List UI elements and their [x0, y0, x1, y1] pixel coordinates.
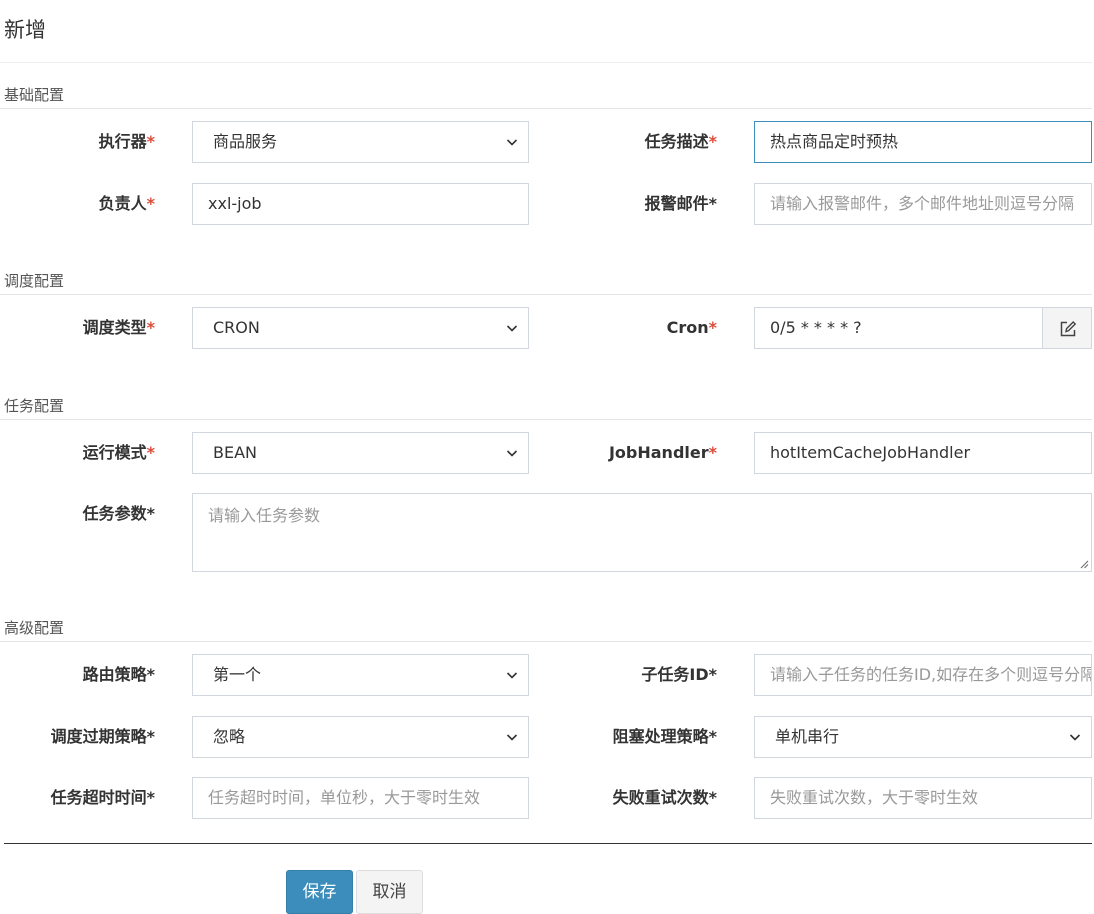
timeout-label: 任务超时时间*: [50, 788, 155, 807]
author-label-text: 负责人: [98, 194, 147, 213]
route-strategy-label: 路由策略*: [82, 665, 155, 684]
timeout-input[interactable]: 任务超时时间，单位秒，大于零时生效: [192, 777, 529, 819]
executor-label-text: 执行器: [98, 132, 147, 151]
required-mark: *: [708, 318, 717, 337]
job-desc-input[interactable]: 热点商品定时预热: [754, 121, 1092, 163]
block-strategy-label: 阻塞处理策略*: [612, 727, 717, 746]
job-handler-input[interactable]: hotItemCacheJobHandler: [754, 432, 1092, 474]
required-mark: *: [146, 194, 155, 213]
section-basic-heading: 基础配置: [4, 86, 65, 104]
cron-value: 0/5 * * * * ?: [770, 318, 862, 337]
executor-select[interactable]: 商品服务: [192, 121, 529, 163]
required-mark: *: [146, 318, 155, 337]
chevron-down-icon: [506, 450, 518, 457]
misfire-strategy-value: 忽略: [213, 727, 246, 746]
child-job-id-label: 子任务ID*: [641, 665, 717, 684]
schedule-type-select[interactable]: CRON: [192, 307, 529, 349]
schedule-type-label: 调度类型*: [0, 307, 155, 349]
chevron-down-icon: [506, 672, 518, 679]
author-input[interactable]: xxl-job: [192, 183, 529, 225]
resize-grip-icon[interactable]: [1079, 559, 1089, 569]
chevron-down-icon: [506, 139, 518, 146]
job-param-label: 任务参数*: [82, 504, 155, 523]
job-desc-label-text: 任务描述: [644, 132, 709, 151]
executor-select-value: 商品服务: [213, 132, 278, 151]
schedule-type-label-text: 调度类型: [82, 318, 147, 337]
child-job-id-input[interactable]: 请输入子任务的任务ID,如存在多个则逗号分隔: [754, 654, 1092, 696]
title-divider: [0, 62, 1092, 63]
author-label: 负责人*: [0, 183, 155, 225]
required-mark: *: [708, 132, 717, 151]
cron-label-text: Cron: [666, 318, 709, 337]
section-advanced-heading: 高级配置: [4, 619, 65, 637]
fail-retry-label: 失败重试次数*: [612, 788, 717, 807]
fail-retry-placeholder: 失败重试次数，大于零时生效: [770, 788, 979, 807]
glue-type-label-text: 运行模式: [82, 443, 147, 462]
section-basic-divider: [0, 108, 1092, 109]
schedule-type-value: CRON: [213, 318, 260, 337]
chevron-down-icon: [1069, 734, 1081, 741]
route-strategy-value: 第一个: [213, 665, 262, 684]
executor-label: 执行器*: [0, 121, 155, 163]
glue-type-label: 运行模式*: [0, 432, 155, 474]
glue-type-select[interactable]: BEAN: [192, 432, 529, 474]
job-desc-label: 任务描述*: [560, 121, 717, 163]
cron-label: Cron*: [560, 307, 717, 349]
chevron-down-icon: [506, 734, 518, 741]
required-mark: *: [146, 132, 155, 151]
chevron-down-icon: [506, 325, 518, 332]
job-handler-label: JobHandler*: [560, 432, 717, 474]
job-handler-value: hotItemCacheJobHandler: [770, 443, 971, 462]
section-task-divider: [0, 419, 1092, 420]
fail-retry-input[interactable]: 失败重试次数，大于零时生效: [754, 777, 1092, 819]
job-param-placeholder: 请输入任务参数: [208, 506, 321, 525]
section-schedule-divider: [0, 294, 1092, 295]
timeout-placeholder: 任务超时时间，单位秒，大于零时生效: [208, 788, 481, 807]
block-strategy-value: 单机串行: [775, 727, 840, 746]
footer-divider: [4, 843, 1092, 844]
cron-input[interactable]: 0/5 * * * * ?: [754, 307, 1043, 349]
edit-icon: [1060, 321, 1077, 337]
child-job-id-placeholder: 请输入子任务的任务ID,如存在多个则逗号分隔: [770, 665, 1092, 684]
alarm-email-input[interactable]: 请输入报警邮件，多个邮件地址则逗号分隔: [754, 183, 1092, 225]
section-advanced-divider: [0, 641, 1092, 642]
section-task-heading: 任务配置: [4, 397, 65, 415]
save-button[interactable]: 保存: [286, 870, 353, 914]
glue-type-value: BEAN: [213, 443, 257, 462]
required-mark: *: [146, 443, 155, 462]
misfire-strategy-label: 调度过期策略*: [50, 727, 155, 746]
alarm-email-label: 报警邮件*: [644, 194, 717, 213]
block-strategy-select[interactable]: 单机串行: [754, 716, 1092, 758]
cancel-button[interactable]: 取消: [356, 870, 423, 914]
page-title: 新增: [4, 18, 46, 42]
author-value: xxl-job: [208, 194, 262, 213]
required-mark: *: [708, 443, 717, 462]
route-strategy-select[interactable]: 第一个: [192, 654, 529, 696]
cron-edit-button[interactable]: [1042, 307, 1092, 349]
job-handler-label-text: JobHandler: [608, 443, 709, 462]
misfire-strategy-select[interactable]: 忽略: [192, 716, 529, 758]
job-desc-value: 热点商品定时预热: [770, 132, 899, 151]
alarm-email-placeholder: 请输入报警邮件，多个邮件地址则逗号分隔: [770, 194, 1075, 213]
section-schedule-heading: 调度配置: [4, 272, 65, 290]
job-param-textarea[interactable]: 请输入任务参数: [192, 493, 1092, 572]
